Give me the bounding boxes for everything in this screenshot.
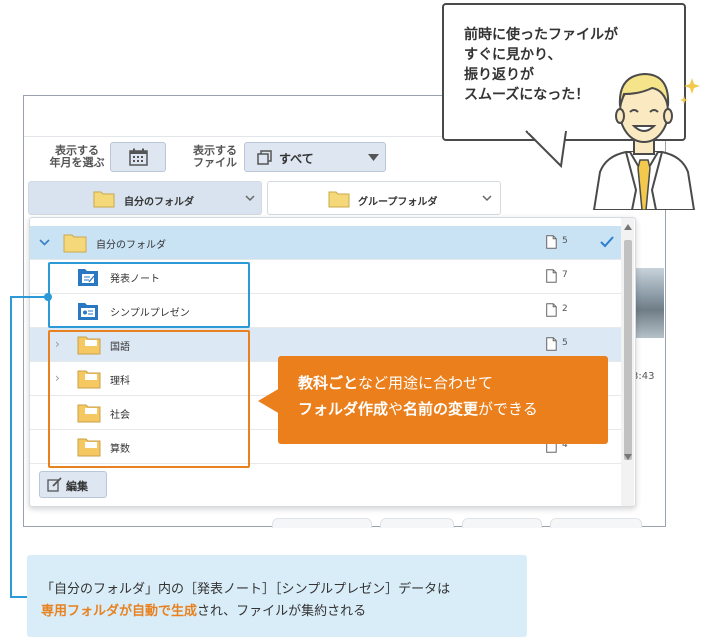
bottom-button[interactable]: [380, 518, 454, 528]
orange-callout: 教科ごとなど用途に合わせて フォルダ作成や名前の変更ができる: [278, 356, 608, 444]
calendar-button[interactable]: [110, 142, 166, 172]
bottom-button[interactable]: [272, 518, 372, 528]
folder-icon: [328, 191, 350, 208]
callout-pointer: [258, 388, 280, 414]
document-icon: [546, 235, 557, 249]
note-text: され、ファイルが集約される: [197, 604, 367, 619]
folder-row-label: 自分のフォルダ: [96, 240, 166, 251]
folder-file-count: 7: [562, 270, 568, 280]
tab-my-folder[interactable]: 自分のフォルダ: [28, 181, 262, 215]
chevron-down-icon: [482, 195, 492, 202]
file-type-select-value: すべて: [279, 152, 314, 166]
month-filter-label-line2: 年月を選ぶ: [49, 156, 105, 169]
callout-emphasis: フォルダ作成: [298, 400, 389, 418]
edit-button-label: 編集: [66, 480, 88, 493]
scroll-up-icon[interactable]: [624, 224, 632, 230]
teacher-character-illustration: [592, 72, 700, 210]
folder-row-my-folder[interactable]: 自分のフォルダ 5: [30, 226, 621, 260]
month-filter-label: 表示する 年月を選ぶ: [44, 145, 110, 169]
callout-text: など用途に合わせて: [358, 374, 494, 392]
note-line2: 専用フォルダが自動で生成され、ファイルが集約される: [41, 601, 527, 623]
scrollbar-thumb[interactable]: [624, 240, 632, 460]
callout-emphasis: 名前の変更: [403, 400, 479, 418]
caret-down-icon: [368, 154, 379, 161]
file-filter-label-line2: ファイル: [193, 156, 237, 169]
file-filter-label: 表示する ファイル: [186, 145, 244, 169]
note-highlight: 専用フォルダが自動で生成: [41, 604, 198, 619]
folder-file-count: 2: [562, 304, 568, 314]
highlight-auto-folders: [48, 262, 250, 328]
speech-bubble-tail: [525, 130, 567, 169]
file-thumbnail[interactable]: [634, 268, 664, 338]
connector-line: [10, 596, 27, 598]
folder-file-count: 5: [562, 338, 568, 348]
checkmark-icon: [600, 236, 614, 248]
orange-callout-line2: フォルダ作成や名前の変更ができる: [298, 396, 608, 422]
document-icon: [546, 269, 557, 283]
document-icon: [546, 337, 557, 351]
folder-icon: [93, 191, 115, 208]
callout-emphasis: 教科ごと: [298, 374, 359, 392]
edit-button[interactable]: 編集: [39, 471, 107, 498]
folder-file-count: 5: [562, 236, 568, 246]
tab-my-folder-label: 自分のフォルダ: [124, 197, 194, 208]
chevron-down-icon: [245, 195, 255, 202]
highlight-subject-folders: [48, 330, 250, 468]
chevron-down-icon: [39, 239, 50, 246]
explanation-note: 「自分のフォルダ」内の［発表ノート］［シンプルプレゼン］データは 専用フォルダが…: [27, 555, 527, 637]
tab-group-folder[interactable]: グループフォルダ: [267, 181, 501, 215]
calendar-icon: [129, 148, 148, 166]
connector-line: [10, 296, 12, 598]
connector-line: [10, 296, 46, 298]
file-type-select[interactable]: すべて: [244, 142, 386, 172]
orange-callout-line1: 教科ごとなど用途に合わせて: [298, 370, 608, 396]
bottom-button[interactable]: [462, 518, 542, 528]
folder-icon: [63, 234, 87, 253]
copy-files-icon: [257, 150, 272, 165]
scroll-down-icon[interactable]: [624, 454, 632, 460]
note-line1: 「自分のフォルダ」内の［発表ノート］［シンプルプレゼン］データは: [41, 582, 451, 597]
connector-dot: [44, 293, 52, 301]
document-icon: [546, 303, 557, 317]
callout-text: ができる: [478, 400, 538, 418]
edit-pencil-icon: [47, 477, 62, 492]
tab-group-folder-label: グループフォルダ: [358, 197, 438, 208]
bottom-button[interactable]: [550, 518, 642, 528]
speech-line: 前時に使ったファイルが: [464, 27, 618, 43]
callout-text: や: [388, 400, 404, 418]
